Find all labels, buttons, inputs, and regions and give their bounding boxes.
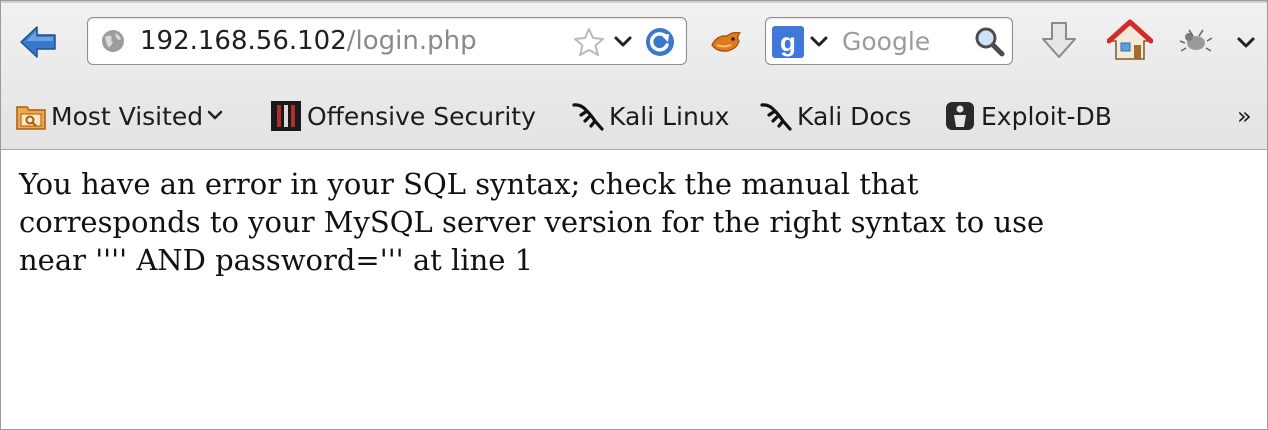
back-button[interactable] [15, 19, 61, 65]
bookmark-exploit-db[interactable]: Exploit-DB [943, 99, 1112, 133]
folder-icon [16, 106, 46, 130]
addon-fox-icon[interactable] [709, 27, 745, 57]
bookmark-kali-linux[interactable]: Kali Linux [571, 99, 729, 133]
browser-chrome: 192.168.56.102/login.php g Google Most V… [1, 1, 1267, 150]
back-arrow-icon [20, 26, 56, 58]
url-bar[interactable]: 192.168.56.102/login.php [87, 17, 687, 65]
reload-icon[interactable] [644, 26, 676, 58]
search-engine-google-icon[interactable]: g [772, 26, 804, 58]
url-history-chevron-down-icon[interactable] [612, 32, 634, 52]
url-host: 192.168.56.102 [140, 26, 347, 56]
bookmarks-overflow-chevron[interactable]: » [1237, 99, 1252, 133]
bookmark-kali-docs[interactable]: Kali Docs [759, 99, 911, 133]
bookmarks-toolbar: Most Visited Offensive Security Kali Lin… [1, 89, 1267, 143]
toolbar-menu-chevron-down-icon[interactable] [1235, 33, 1257, 53]
browser-window: 192.168.56.102/login.php g Google Most V… [0, 0, 1268, 430]
sql-error-line: corresponds to your MySQL server version… [19, 205, 1045, 239]
bookmark-label: Offensive Security [307, 101, 536, 131]
home-icon[interactable] [1107, 19, 1153, 63]
search-input[interactable]: Google [842, 26, 930, 58]
downloads-arrow-icon[interactable] [1039, 19, 1079, 63]
sql-error-line: near '''' AND password=''' at line 1 [19, 243, 534, 277]
search-bar[interactable]: g Google [765, 17, 1013, 65]
bookmark-star-icon[interactable] [572, 26, 606, 58]
page-content: You have an error in your SQL syntax; ch… [19, 165, 1249, 279]
bug-addon-icon[interactable] [1179, 27, 1213, 57]
window-top-edge [1, 1, 1267, 3]
chevron-down-icon [207, 110, 223, 120]
bookmark-label: Most Visited [51, 101, 204, 131]
bookmark-label: Exploit-DB [981, 101, 1112, 131]
search-engine-chevron-down-icon[interactable] [808, 32, 830, 52]
offensive-security-logo-icon [271, 101, 301, 131]
search-magnifier-icon[interactable] [972, 24, 1006, 58]
bookmark-most-visited[interactable]: Most Visited [15, 99, 229, 133]
bookmark-offensive-security[interactable]: Offensive Security [269, 99, 536, 133]
bookmark-label: Kali Linux [609, 101, 730, 131]
url-path: /login.php [346, 26, 477, 56]
kali-dragon-icon [572, 103, 604, 131]
exploit-db-logo-icon [946, 102, 974, 130]
url-text[interactable]: 192.168.56.102/login.php [140, 25, 477, 57]
kali-dragon-icon [760, 103, 792, 131]
sql-error-line: You have an error in your SQL syntax; ch… [19, 167, 919, 201]
site-identity-globe-icon[interactable] [100, 28, 126, 54]
bookmark-label: Kali Docs [797, 101, 912, 131]
